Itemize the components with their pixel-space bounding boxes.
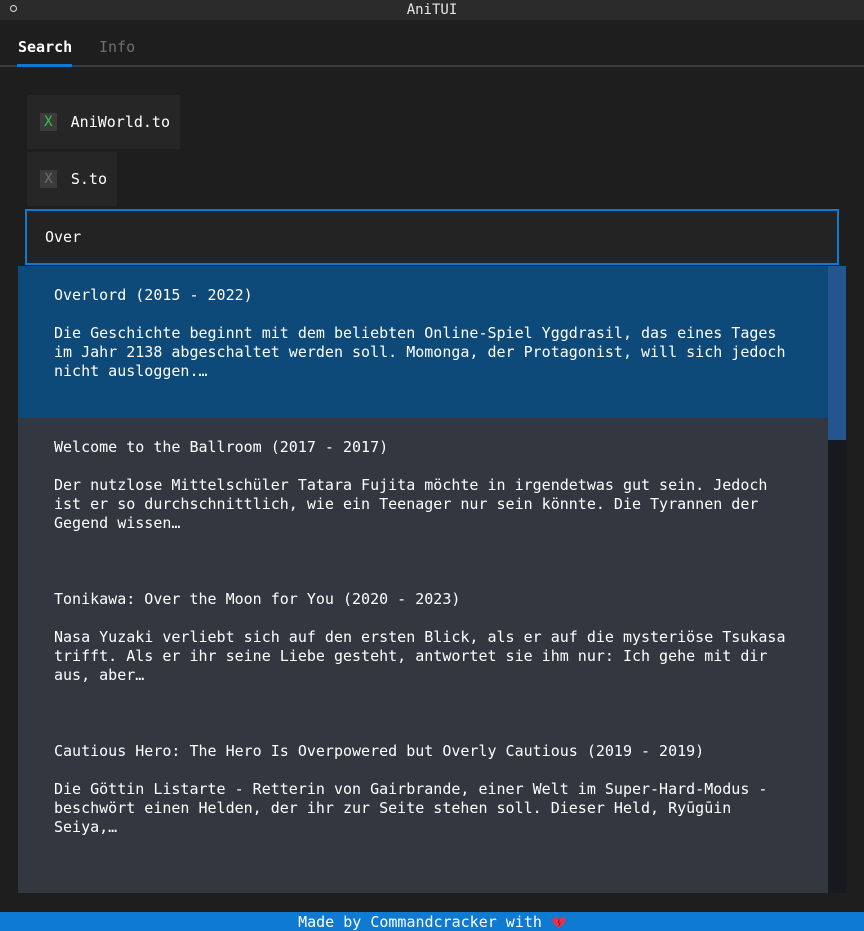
checkbox-unchecked-icon[interactable]: X (40, 170, 57, 188)
tab-bar: Search Info (0, 30, 864, 68)
source-checkbox-aniworld[interactable]: X AniWorld.to (27, 95, 180, 149)
scrollbar-thumb[interactable] (828, 266, 846, 440)
search-input[interactable]: Over (25, 209, 839, 265)
result-description: Die Göttin Listarte - Retterin von Gairb… (54, 780, 768, 836)
result-item[interactable]: Cautious Hero: The Hero Is Overpowered b… (18, 722, 828, 874)
result-description: Die Geschichte beginnt mit dem beliebten… (54, 324, 786, 380)
window-circle-icon[interactable] (10, 5, 17, 12)
source-label-aniworld: AniWorld.to (70, 113, 170, 131)
source-label-sto: S.to (70, 170, 107, 188)
result-title: Tonikawa: Over the Moon for You (2020 - … (54, 590, 461, 608)
footer-text: Made by Commandcracker with (298, 912, 542, 931)
result-description: Nasa Yuzaki verliebt sich auf den ersten… (54, 628, 786, 684)
tab-info[interactable]: Info (99, 38, 135, 56)
active-tab-indicator (17, 64, 72, 67)
result-title: Welcome to the Ballroom (2017 - 2017) (54, 438, 389, 456)
app-title: AniTUI (406, 2, 458, 18)
result-title: Cautious Hero: The Hero Is Overpowered b… (54, 742, 705, 760)
results-list[interactable]: Overlord (2015 - 2022) Die Geschichte be… (18, 266, 846, 893)
result-title: Overlord (2015 - 2022) (54, 286, 253, 304)
heart-icon (552, 917, 566, 929)
result-description: Der nutzlose Mittelschüler Tatara Fujita… (54, 476, 768, 532)
source-checkbox-sto[interactable]: X S.to (27, 152, 117, 206)
result-item[interactable]: Welcome to the Ballroom (2017 - 2017) De… (18, 418, 828, 570)
title-bar: AniTUI (0, 0, 864, 20)
tab-divider (0, 65, 864, 67)
result-item[interactable]: Overlord (2015 - 2022) Die Geschichte be… (18, 266, 828, 418)
checkbox-checked-icon[interactable]: X (40, 113, 57, 131)
result-item[interactable]: Tonikawa: Over the Moon for You (2020 - … (18, 570, 828, 722)
tab-search[interactable]: Search (18, 38, 72, 56)
footer-bar: Made by Commandcracker with (0, 912, 864, 931)
